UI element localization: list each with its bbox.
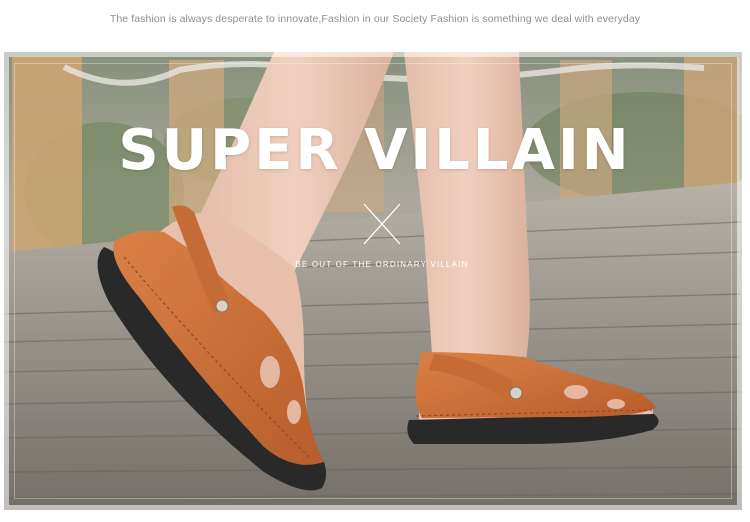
banner-headline: SUPER VILLAIN xyxy=(118,118,632,183)
cross-x-icon xyxy=(363,203,401,245)
page-tagline: The fashion is always desperate to innov… xyxy=(109,13,641,25)
banner-subline: BE OUT OF THE ORDINARY VILLAIN xyxy=(295,260,469,269)
